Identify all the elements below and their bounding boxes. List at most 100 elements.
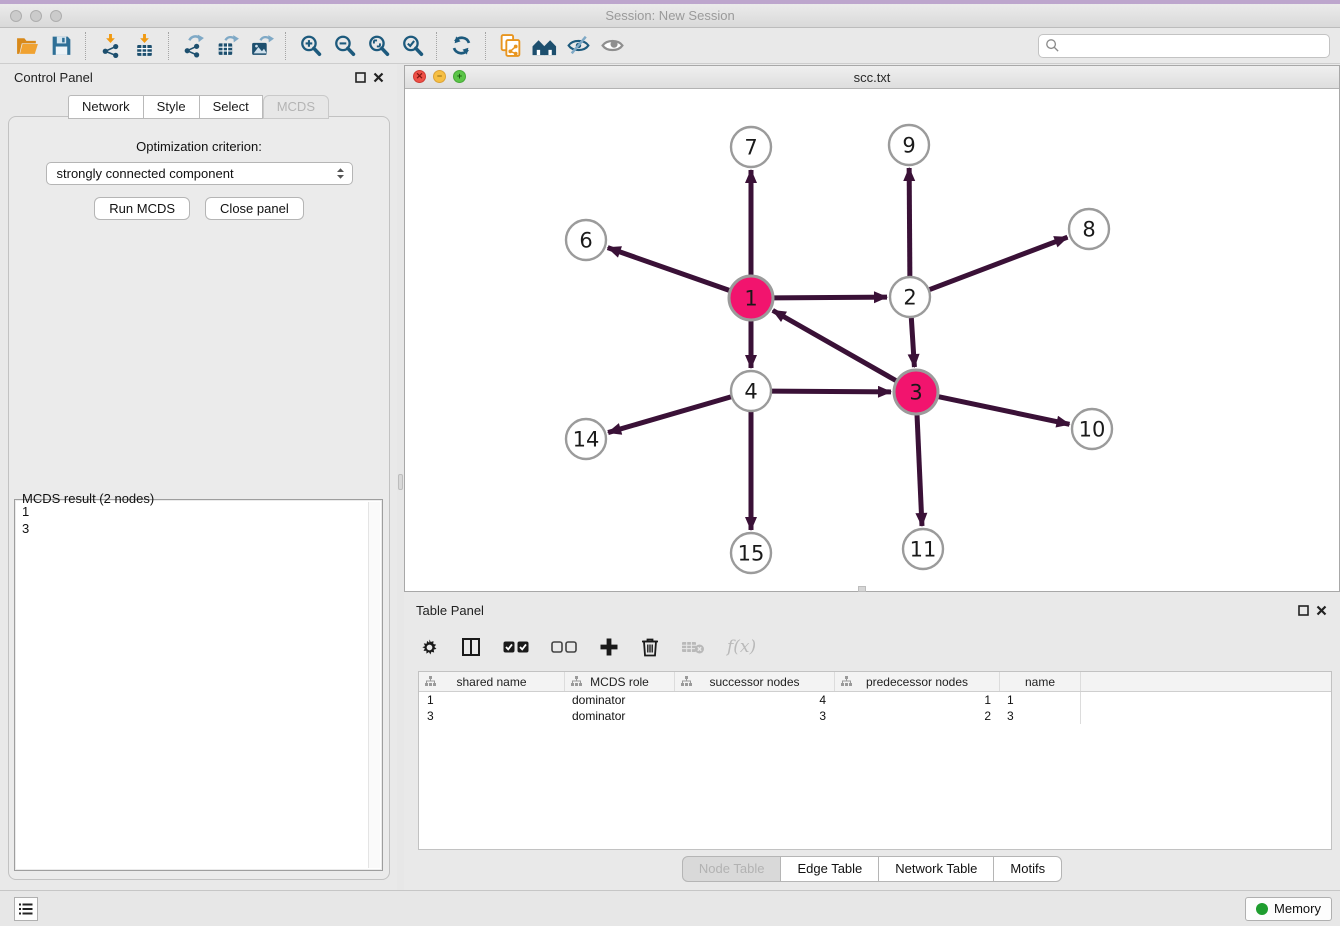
resize-grip[interactable] <box>858 586 866 592</box>
result-scrollbar[interactable] <box>368 502 380 868</box>
status-bar: Memory <box>0 890 1340 926</box>
split-divider[interactable] <box>397 64 404 890</box>
import-table-button[interactable] <box>127 31 161 61</box>
column-header-successor-nodes[interactable]: successor nodes <box>674 672 834 691</box>
close-table-panel-button[interactable] <box>1312 601 1330 619</box>
column-header-name[interactable]: name <box>999 672 1081 691</box>
edge-3-1[interactable] <box>773 310 896 380</box>
cell-successor-nodes[interactable]: 3 <box>674 708 834 724</box>
cell-mcds-role[interactable]: dominator <box>564 692 674 708</box>
close-network-button[interactable] <box>413 70 426 83</box>
toolbar-separator <box>485 32 486 60</box>
tab-select[interactable]: Select <box>200 95 263 119</box>
select-all-columns-button[interactable] <box>503 640 529 654</box>
cell-predecessor-nodes[interactable]: 2 <box>834 708 999 724</box>
window-controls[interactable] <box>10 10 62 22</box>
gear-icon <box>420 638 439 657</box>
table-tabs: Node Table Edge Table Network Table Moti… <box>404 856 1340 882</box>
memory-button[interactable]: Memory <box>1245 897 1332 921</box>
node-label-10: 10 <box>1079 418 1106 442</box>
search-input[interactable] <box>1038 34 1330 58</box>
edge-2-8[interactable] <box>930 237 1068 289</box>
tab-motifs[interactable]: Motifs <box>994 856 1062 882</box>
minimize-network-button[interactable] <box>433 70 446 83</box>
edge-1-6[interactable] <box>608 248 730 291</box>
table-options-button[interactable] <box>420 638 439 657</box>
control-panel-title: Control Panel <box>14 70 93 85</box>
show-graphics-details-button[interactable] <box>595 31 629 61</box>
table-row[interactable]: 1 dominator 4 1 1 <box>419 692 1331 708</box>
maximize-window-button[interactable] <box>50 10 62 22</box>
close-panel-button[interactable] <box>369 68 387 86</box>
float-panel-button[interactable] <box>351 68 369 86</box>
unselect-all-columns-button[interactable] <box>551 640 577 654</box>
edge-4-3[interactable] <box>772 391 891 392</box>
network-window-controls[interactable] <box>413 70 466 83</box>
tab-style[interactable]: Style <box>144 95 200 119</box>
column-header-predecessor-nodes[interactable]: predecessor nodes <box>834 672 999 691</box>
cell-successor-nodes[interactable]: 4 <box>674 692 834 708</box>
export-network-button[interactable] <box>176 31 210 61</box>
tab-mcds[interactable]: MCDS <box>263 95 329 119</box>
hide-graphics-details-button[interactable] <box>561 31 595 61</box>
zoom-in-button[interactable] <box>293 31 327 61</box>
delete-column-button[interactable] <box>681 639 705 655</box>
mcds-result-text[interactable]: 1 3 <box>16 501 381 869</box>
edge-4-14[interactable] <box>608 397 731 433</box>
chevron-up-down-icon <box>335 166 346 181</box>
divider-grip[interactable] <box>398 474 403 490</box>
criterion-select[interactable]: strongly connected component <box>46 162 353 185</box>
zoom-out-button[interactable] <box>327 31 361 61</box>
add-row-button[interactable] <box>599 637 619 657</box>
edge-2-3[interactable] <box>911 318 914 367</box>
export-table-button[interactable] <box>210 31 244 61</box>
zoom-in-icon <box>298 33 323 58</box>
column-header-shared-name[interactable]: shared name <box>419 672 564 691</box>
cell-name[interactable]: 1 <box>999 692 1081 708</box>
node-table[interactable]: shared name MCDS role successor nodes pr… <box>418 671 1332 850</box>
edge-2-9[interactable] <box>909 168 910 276</box>
tab-node-table[interactable]: Node Table <box>682 856 782 882</box>
cell-predecessor-nodes[interactable]: 1 <box>834 692 999 708</box>
tab-network-table[interactable]: Network Table <box>879 856 994 882</box>
float-table-panel-button[interactable] <box>1294 601 1312 619</box>
close-window-button[interactable] <box>10 10 22 22</box>
close-icon <box>1316 605 1327 616</box>
table-row[interactable]: 3 dominator 3 2 3 <box>419 708 1331 724</box>
cell-shared-name[interactable]: 1 <box>419 692 564 708</box>
tab-network[interactable]: Network <box>68 95 144 119</box>
memory-status-icon <box>1256 903 1268 915</box>
export-image-button[interactable] <box>244 31 278 61</box>
workspace: scc.txt 1234678910111415 Table Panel <box>404 64 1340 890</box>
zoom-fit-button[interactable] <box>361 31 395 61</box>
maximize-network-button[interactable] <box>453 70 466 83</box>
node-label-7: 7 <box>744 136 757 160</box>
edge-3-10[interactable] <box>939 397 1070 425</box>
cybrowser-home-button[interactable] <box>527 31 561 61</box>
delete-row-button[interactable] <box>641 637 659 657</box>
network-canvas[interactable]: 1234678910111415 <box>405 89 1339 591</box>
run-mcds-button[interactable]: Run MCDS <box>94 197 190 220</box>
cell-shared-name[interactable]: 3 <box>419 708 564 724</box>
save-session-button[interactable] <box>44 31 78 61</box>
copy-view-button[interactable] <box>493 31 527 61</box>
cell-name[interactable]: 3 <box>999 708 1081 724</box>
show-column-button[interactable] <box>461 637 481 657</box>
zoom-selected-button[interactable] <box>395 31 429 61</box>
network-graph[interactable]: 1234678910111415 <box>405 89 1339 591</box>
edge-3-11[interactable] <box>917 415 922 526</box>
refresh-view-button[interactable] <box>444 31 478 61</box>
import-network-icon <box>98 33 123 58</box>
cell-mcds-role[interactable]: dominator <box>564 708 674 724</box>
column-header-mcds-role[interactable]: MCDS role <box>564 672 674 691</box>
network-window-titlebar: scc.txt <box>405 66 1339 89</box>
edge-1-2[interactable] <box>774 297 887 298</box>
function-builder-button[interactable]: f(x) <box>727 637 756 657</box>
global-search <box>1038 34 1330 58</box>
import-network-button[interactable] <box>93 31 127 61</box>
minimize-window-button[interactable] <box>30 10 42 22</box>
close-panel-action-button[interactable]: Close panel <box>205 197 304 220</box>
show-task-history-button[interactable] <box>14 897 38 921</box>
tab-edge-table[interactable]: Edge Table <box>781 856 879 882</box>
open-file-button[interactable] <box>10 31 44 61</box>
